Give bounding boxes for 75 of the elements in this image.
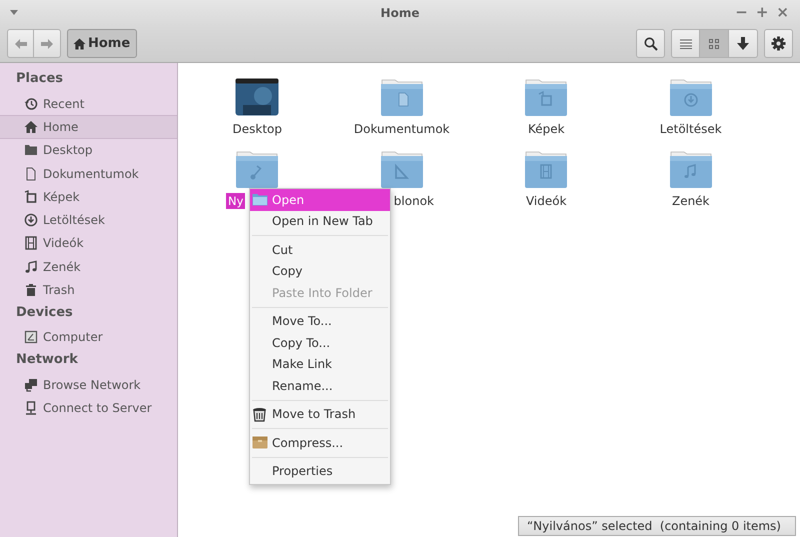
file-label[interactable]: Dokumentumok [352, 121, 452, 137]
sidebar-item[interactable]: Connect to Server [0, 396, 177, 420]
sidebar-heading: Places [15, 70, 64, 88]
search-button[interactable] [636, 29, 665, 58]
file-label[interactable]: Videók [524, 193, 569, 209]
document-icon [24, 166, 38, 181]
menu-item[interactable]: Cut [250, 239, 390, 260]
menu-item[interactable]: Open [250, 189, 390, 210]
menu-item[interactable]: Move to Trash [250, 404, 390, 425]
folder-icon[interactable] [668, 150, 713, 188]
trash-icon [252, 406, 267, 422]
sidebar-item[interactable]: Home [0, 115, 177, 139]
sidebar-item[interactable]: Recent [0, 92, 177, 116]
house-icon [73, 38, 86, 50]
sidebar-item[interactable]: Képek [0, 185, 177, 208]
right-arrow-icon [41, 38, 53, 48]
file-label[interactable]: Zenék [670, 193, 712, 209]
sidebar-item[interactable]: Computer [0, 326, 177, 349]
path-button[interactable]: Home [67, 29, 138, 58]
film-icon [24, 236, 38, 250]
download-icon [24, 213, 38, 228]
picture-frame-icon [24, 190, 38, 204]
computer-icon [24, 330, 38, 344]
menu-item[interactable]: Open in New Tab [250, 210, 390, 232]
sidebar-item[interactable]: Trash [0, 278, 177, 302]
sidebar-item[interactable]: Desktop [0, 138, 177, 162]
folder-icon [24, 143, 38, 158]
folder-icon[interactable] [668, 78, 713, 116]
down-arrow-icon [737, 37, 749, 50]
menu-item[interactable]: Copy To... [250, 332, 390, 354]
forward-button[interactable] [34, 29, 61, 58]
folder-icon[interactable] [380, 78, 424, 116]
sidebar-item[interactable]: Zenék [0, 255, 177, 278]
status-bar: “Nyilvános” selected (containing 0 items) [518, 516, 796, 536]
file-label[interactable]: Képek [526, 121, 567, 137]
back-button[interactable] [7, 29, 34, 58]
sidebar-item[interactable]: Dokumentumok [0, 162, 177, 186]
folder-icon[interactable] [524, 78, 568, 116]
house-icon [24, 120, 38, 134]
menu-item[interactable]: Move To... [250, 310, 390, 332]
folder-icon[interactable] [235, 150, 280, 188]
left-arrow-icon [14, 38, 26, 48]
sidebar-item[interactable]: Letöltések [0, 208, 177, 232]
menu-item[interactable]: Copy [250, 260, 390, 282]
settings-button[interactable] [764, 29, 793, 58]
file-label[interactable]: Desktop [230, 121, 284, 137]
list-icon [680, 38, 692, 48]
menu-item[interactable]: Make Link [250, 354, 390, 375]
sidebar-item[interactable]: Videók [0, 232, 177, 256]
network-icon [24, 378, 38, 392]
trash-icon [24, 283, 38, 298]
music-note-icon [24, 260, 38, 274]
sidebar-item[interactable]: Browse Network [0, 372, 177, 396]
menu-item[interactable]: Rename... [250, 375, 390, 396]
desktop-icon[interactable] [235, 78, 280, 116]
search-icon [644, 36, 658, 50]
window-title: Home [380, 6, 420, 20]
grid-icon [709, 38, 719, 48]
file-label[interactable]: Ny [226, 193, 246, 209]
file-label[interactable]: Letöltések [658, 121, 724, 137]
gear-icon [771, 36, 786, 51]
window-menu-icon[interactable] [10, 10, 18, 15]
sidebar-heading: Network [15, 350, 79, 369]
menu-item[interactable]: Compress... [250, 432, 390, 454]
list-view-button[interactable] [671, 29, 700, 58]
sort-button[interactable] [729, 29, 758, 58]
sidebar-heading: Devices [15, 304, 74, 322]
folder-icon[interactable] [524, 150, 568, 188]
clock-icon [24, 96, 38, 111]
menu-item[interactable]: Properties [250, 460, 390, 482]
server-icon [24, 400, 38, 415]
package-icon [252, 436, 268, 450]
folder-icon[interactable] [380, 150, 424, 188]
folder-icon [252, 193, 268, 206]
file-label[interactable]: blonok [392, 193, 436, 209]
